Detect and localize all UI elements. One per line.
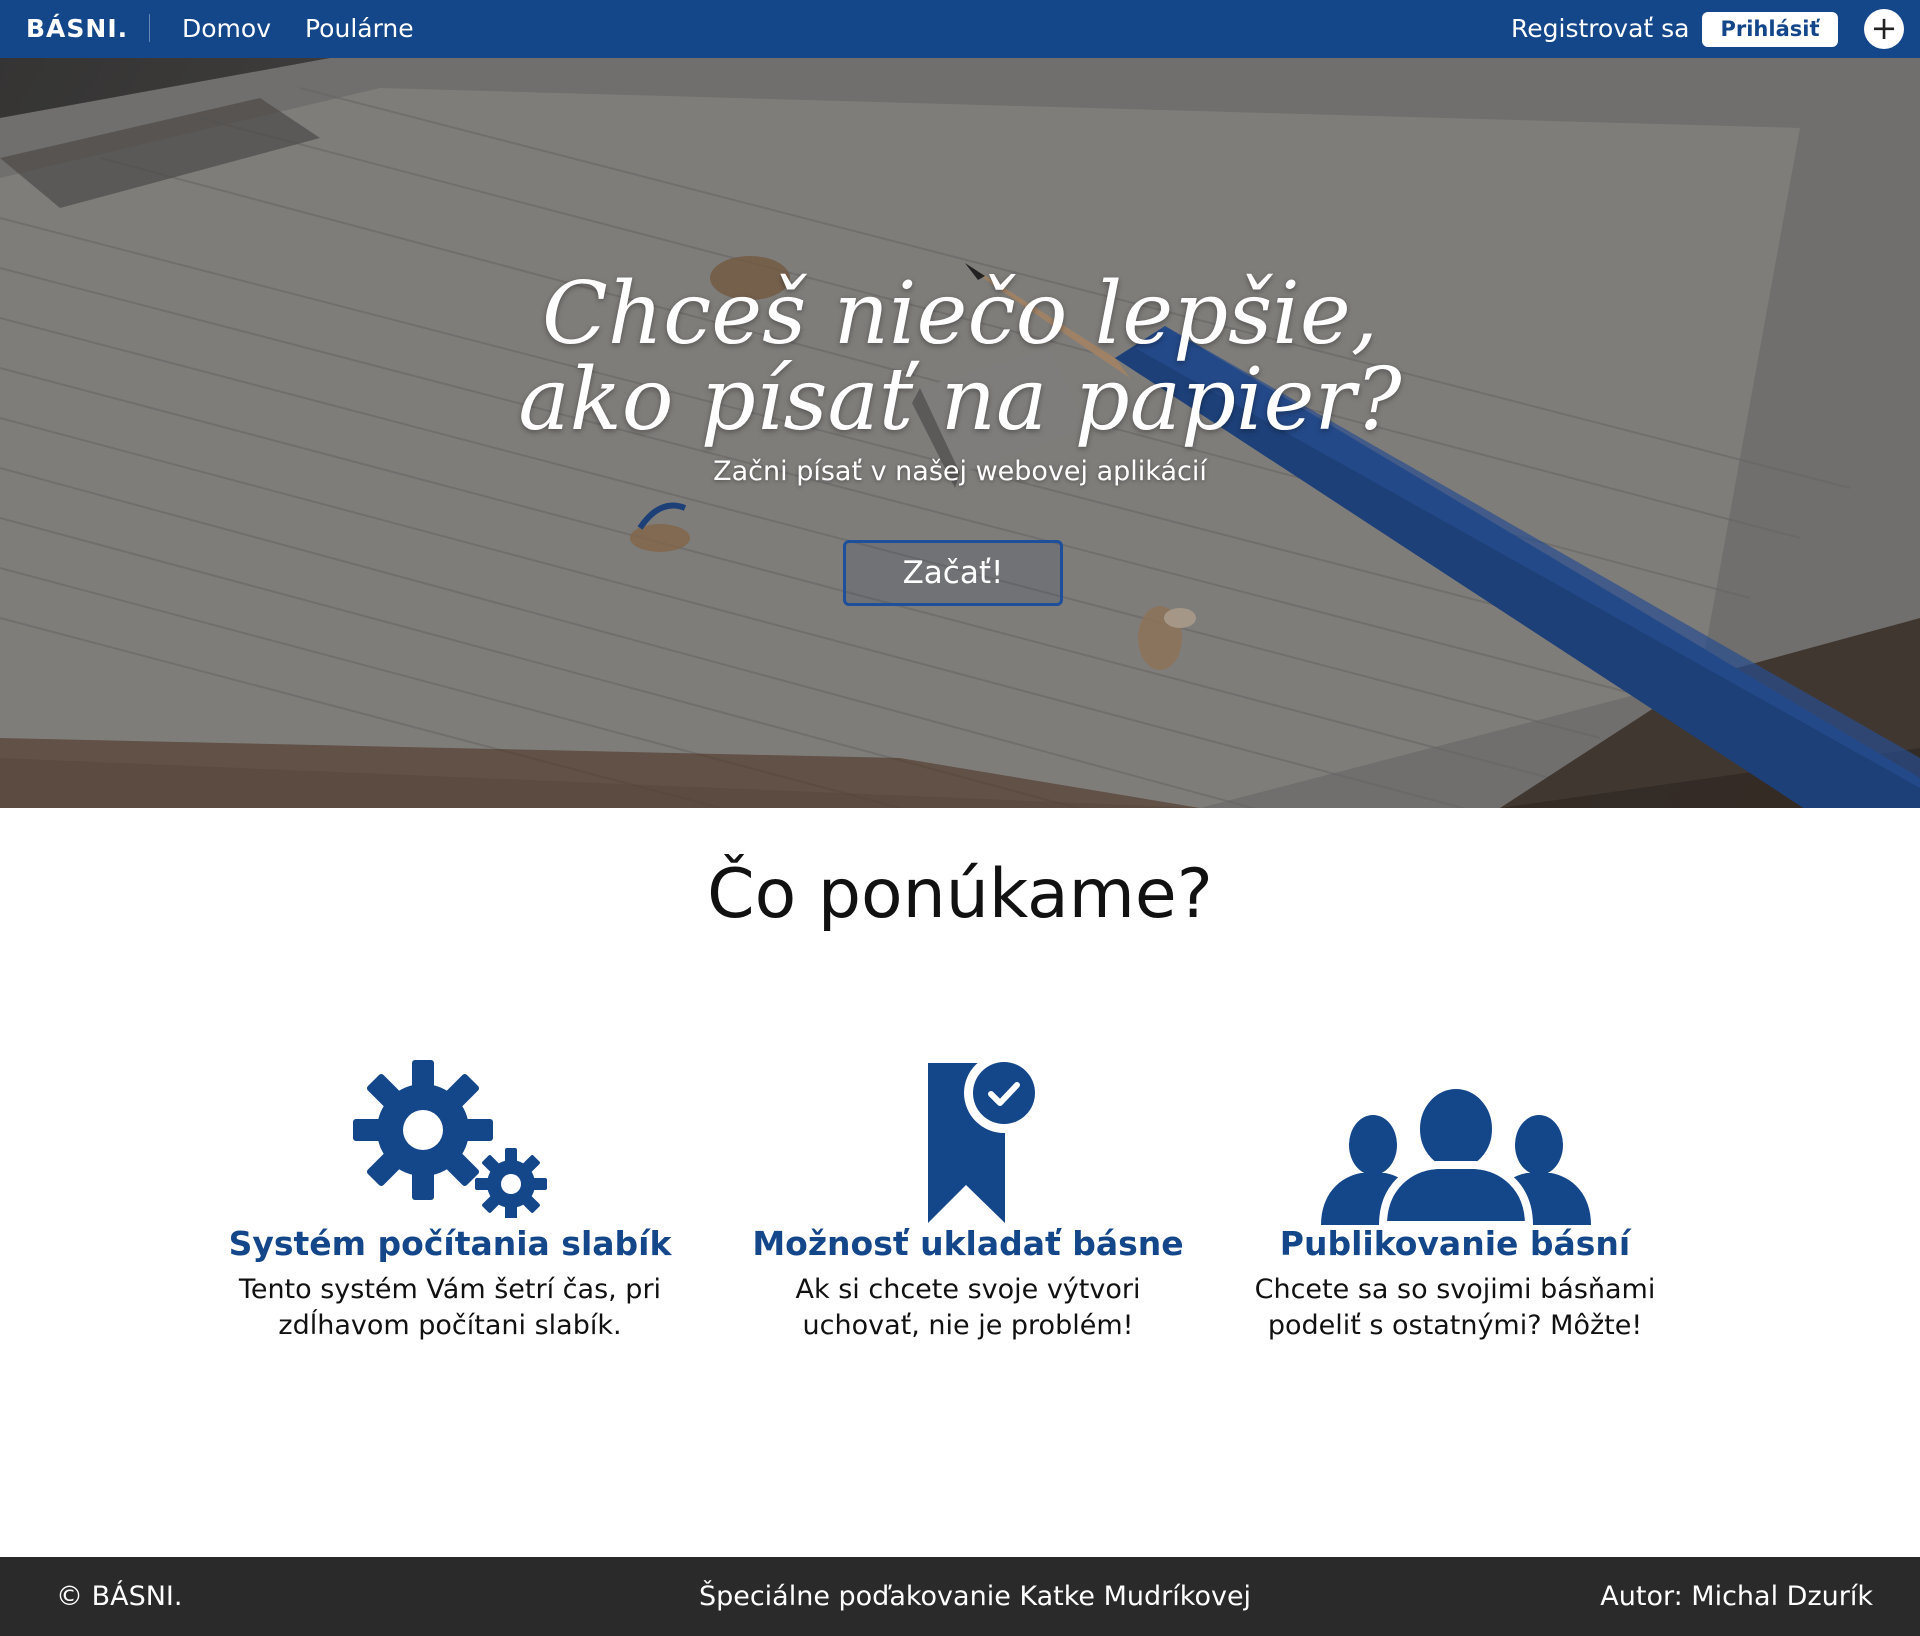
page-footer: © BÁSNI. Špeciálne poďakovanie Katke Mud…: [0, 1557, 1920, 1636]
feature-desc-line: zdĺhavom počítani slabík.: [278, 1310, 622, 1341]
feature-desc-publish: Chcete sa so svojimi básňami podeliť s o…: [1215, 1272, 1695, 1344]
brand-logo[interactable]: BÁSNI.: [26, 0, 128, 58]
login-button[interactable]: Prihlásiť: [1702, 12, 1838, 47]
feature-title-syllables: Systém počítania slabík: [228, 1224, 672, 1263]
feature-desc-line: Ak si chcete svoje výtvori: [795, 1274, 1141, 1305]
feature-title-save: Možnosť ukladať básne: [752, 1224, 1184, 1263]
add-button[interactable]: +: [1864, 9, 1904, 49]
feature-desc-line: Chcete sa so svojimi básňami: [1254, 1274, 1656, 1305]
bookmark-check-icon: [928, 1055, 1040, 1223]
feature-desc-line: podeliť s ostatnými? Môžte!: [1267, 1310, 1643, 1341]
feature-card-syllables: Systém počítania slabík Tento systém Vám…: [210, 0, 690, 1636]
footer-author: Autor: Michal Dzurík: [1600, 1581, 1873, 1612]
feature-title-publish: Publikovanie básní: [1279, 1224, 1631, 1263]
feature-desc-line: Tento systém Vám šetrí čas, pri: [238, 1274, 662, 1305]
nav-divider: [149, 14, 150, 42]
gears-icon: [353, 1060, 547, 1218]
users-icon: [1321, 1085, 1591, 1225]
feature-desc-syllables: Tento systém Vám šetrí čas, pri zdĺhavom…: [210, 1272, 690, 1344]
feature-card-publish: Publikovanie básní Chcete sa so svojimi …: [1215, 0, 1695, 1636]
feature-card-save: Možnosť ukladať básne Ak si chcete svoje…: [728, 0, 1208, 1636]
feature-desc-save: Ak si chcete svoje výtvori uchovať, nie …: [728, 1272, 1208, 1344]
feature-desc-line: uchovať, nie je problém!: [802, 1310, 1134, 1341]
